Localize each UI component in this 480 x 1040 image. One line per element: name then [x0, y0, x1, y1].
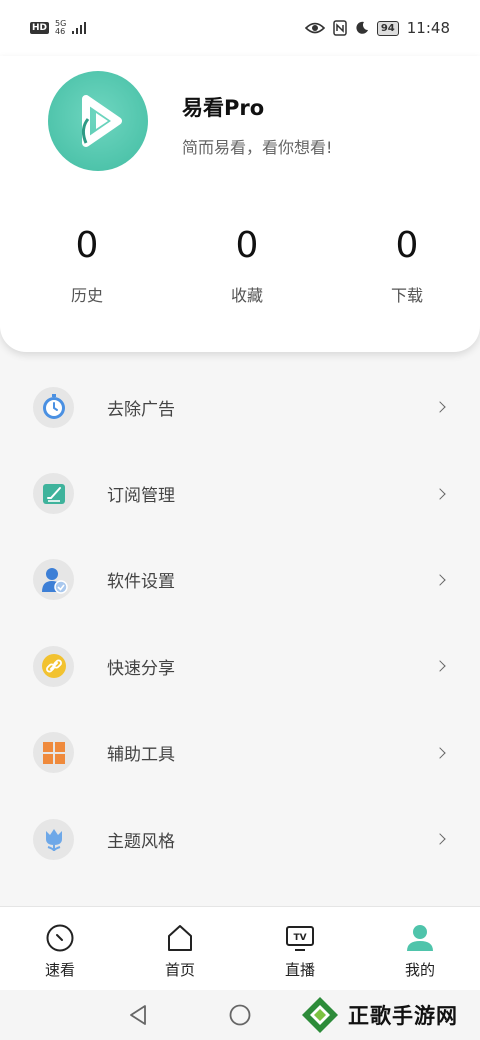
status-left: HD 5G 46 [30, 20, 88, 36]
nfc-icon [333, 20, 347, 36]
chevron-right-icon [434, 487, 446, 500]
app-name: 易看Pro [182, 96, 265, 120]
menu-label: 订阅管理 [107, 486, 175, 507]
tab-quick-watch[interactable]: 速看 [0, 907, 120, 990]
tab-label: 速看 [44, 961, 75, 979]
tab-mine[interactable]: 我的 [360, 907, 480, 990]
play-logo-icon [81, 95, 122, 147]
bottom-tab-bar: 速看 首页 TV 直播 我的 [0, 906, 480, 990]
settings-menu: 去除广告 订阅管理 软件设置 快速分享 辅助工具 主题风格 [0, 364, 480, 882]
eye-icon [304, 22, 325, 34]
grid-tools-icon [33, 732, 74, 774]
menu-item-software-settings[interactable]: 软件设置 [0, 537, 480, 623]
home-circle-icon[interactable] [228, 1003, 252, 1027]
menu-label: 去除广告 [107, 399, 175, 420]
network-speed: 46 [55, 27, 66, 36]
edit-note-icon [33, 473, 74, 515]
menu-item-helper-tools[interactable]: 辅助工具 [0, 710, 480, 796]
network-indicator: 5G 46 [55, 20, 66, 36]
tab-label: 直播 [284, 961, 315, 979]
battery-indicator: 94 [376, 20, 399, 36]
chevron-right-icon [434, 574, 446, 586]
back-triangle-icon[interactable] [126, 1003, 150, 1027]
stat-downloads[interactable]: 0 下载 [320, 224, 480, 306]
app-logo-avatar[interactable] [48, 71, 148, 171]
clock-icon [46, 924, 74, 952]
tab-label: 首页 [164, 961, 195, 979]
watermark-logo-icon [302, 997, 338, 1033]
status-right: 94 11:48 [304, 19, 450, 37]
stats-row: 0 历史 0 收藏 0 下载 [0, 224, 480, 306]
user-settings-icon [33, 559, 74, 601]
moon-icon [356, 21, 368, 34]
clock-time: 11:48 [406, 19, 450, 37]
tv-icon: TV [286, 926, 314, 951]
tab-home[interactable]: 首页 [120, 907, 240, 990]
chevron-right-icon [434, 833, 446, 845]
menu-item-theme-style[interactable]: 主题风格 [0, 796, 480, 882]
hd-badge: HD [30, 22, 50, 34]
menu-item-quick-share[interactable]: 快速分享 [0, 623, 480, 709]
home-icon [168, 925, 192, 951]
stat-history[interactable]: 0 历史 [0, 224, 160, 306]
signal-icon [72, 22, 87, 34]
status-bar: HD 5G 46 94 11:48 [0, 0, 480, 56]
tulip-icon [33, 818, 74, 860]
chevron-right-icon [434, 747, 446, 759]
stat-label: 收藏 [230, 286, 263, 305]
stat-value: 0 [75, 225, 99, 266]
menu-label: 快速分享 [107, 658, 175, 679]
chevron-right-icon [434, 401, 446, 413]
menu-item-subscriptions[interactable]: 订阅管理 [0, 450, 480, 536]
tab-label: 我的 [404, 961, 435, 979]
stat-label: 下载 [390, 286, 423, 305]
svg-text:TV: TV [293, 933, 306, 943]
menu-label: 主题风格 [107, 831, 175, 852]
person-icon [407, 925, 433, 951]
link-icon [33, 645, 74, 687]
chevron-right-icon [434, 660, 446, 673]
stat-label: 历史 [70, 286, 103, 305]
stat-value: 0 [395, 225, 419, 266]
stopwatch-icon [33, 386, 74, 428]
profile-card: 易看Pro 简而易看，看你想看! 0 历史 0 收藏 0 下载 [0, 56, 480, 352]
watermark-text: 正歌手游网 [348, 1004, 458, 1028]
watermark: 正歌手游网 [300, 994, 458, 1036]
menu-item-remove-ads[interactable]: 去除广告 [0, 364, 480, 450]
stat-value: 0 [235, 225, 259, 266]
stat-favorites[interactable]: 0 收藏 [160, 224, 320, 306]
menu-label: 辅助工具 [107, 745, 175, 766]
menu-label: 软件设置 [107, 572, 175, 593]
app-slogan: 简而易看，看你想看! [182, 138, 333, 157]
tab-live[interactable]: TV 直播 [240, 907, 360, 990]
